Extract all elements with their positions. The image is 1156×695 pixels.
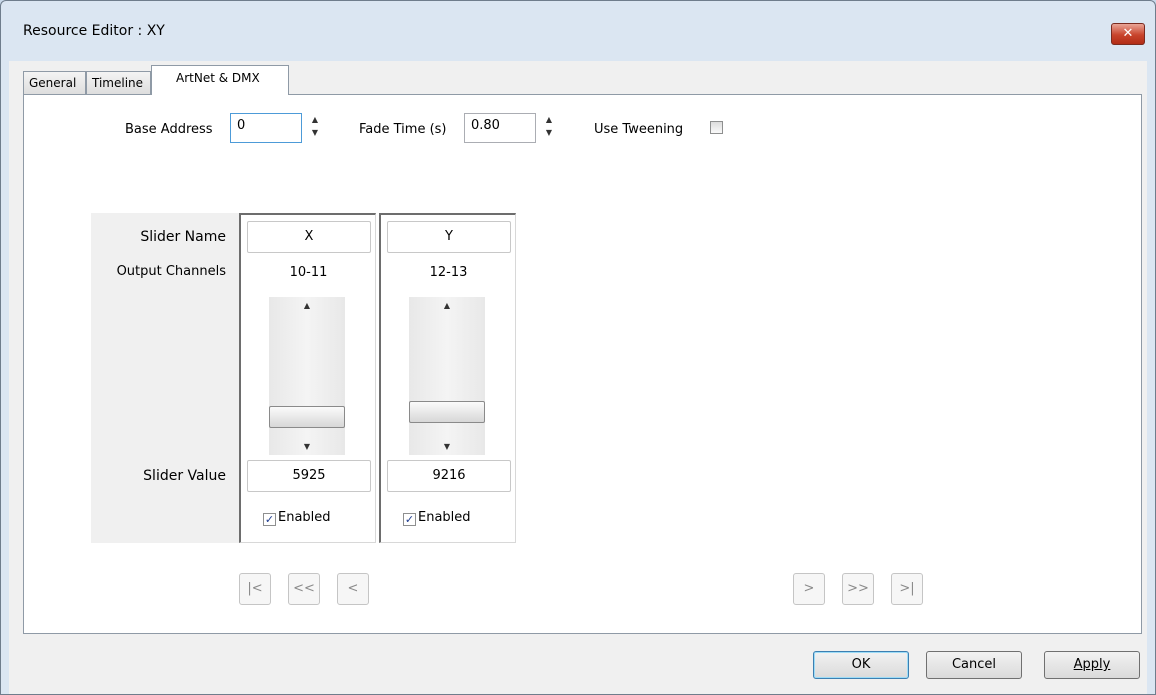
fade-time-spinner[interactable]: ▲ ▼ — [542, 113, 556, 143]
window-title: Resource Editor : XY — [23, 23, 165, 39]
previous-page-button[interactable]: << — [288, 573, 320, 605]
output-channels-value: 10-11 — [289, 265, 328, 280]
slider-up-icon[interactable]: ▲ — [409, 301, 485, 310]
enabled-toggle[interactable]: ✓ Enabled — [263, 510, 331, 526]
slider-track[interactable]: ▲ ▼ — [269, 297, 345, 455]
enabled-checkbox[interactable]: ✓ — [403, 513, 416, 526]
title-bar[interactable]: Resource Editor : XY ✕ — [1, 1, 1155, 61]
slider-thumb[interactable] — [409, 401, 485, 424]
next-button[interactable]: > — [793, 573, 825, 605]
use-tweening-checkbox[interactable] — [710, 121, 723, 134]
resource-editor-window: Resource Editor : XY ✕ General Timeline … — [0, 0, 1156, 695]
output-channels-value: 12-13 — [429, 265, 468, 280]
slider-name-field[interactable]: X — [247, 221, 371, 253]
spin-up-icon[interactable]: ▲ — [312, 115, 318, 124]
slider-name-label: Slider Name — [140, 229, 226, 245]
slider-value-label: Slider Value — [143, 468, 226, 484]
spin-down-icon[interactable]: ▼ — [546, 128, 552, 137]
base-address-spinner[interactable]: ▲ ▼ — [308, 113, 322, 143]
slider-down-icon[interactable]: ▼ — [409, 442, 485, 451]
ok-button[interactable]: OK — [813, 651, 909, 679]
close-icon: ✕ — [1122, 26, 1134, 41]
previous-button[interactable]: < — [337, 573, 369, 605]
slider-up-icon[interactable]: ▲ — [269, 301, 345, 310]
slider-down-icon[interactable]: ▼ — [269, 442, 345, 451]
base-address-input[interactable]: 0 — [230, 113, 302, 143]
tab-general[interactable]: General — [23, 71, 86, 94]
enabled-label: Enabled — [418, 510, 471, 525]
slider-value-field[interactable]: 9216 — [387, 460, 511, 492]
output-channels-label: Output Channels — [116, 264, 226, 279]
spin-down-icon[interactable]: ▼ — [312, 128, 318, 137]
slider-thumb[interactable] — [269, 406, 345, 429]
apply-button[interactable]: Apply — [1044, 651, 1140, 679]
slider-track[interactable]: ▲ ▼ — [409, 297, 485, 455]
slider-value-field[interactable]: 5925 — [247, 460, 371, 492]
use-tweening-label: Use Tweening — [594, 122, 684, 137]
enabled-checkbox[interactable]: ✓ — [263, 513, 276, 526]
first-page-button[interactable]: |< — [239, 573, 271, 605]
enabled-toggle[interactable]: ✓ Enabled — [403, 510, 471, 526]
enabled-label: Enabled — [278, 510, 331, 525]
slider-column-y: Y 12-13 ▲ ▼ 9216 ✓ Enabled — [379, 213, 516, 543]
spin-up-icon[interactable]: ▲ — [546, 115, 552, 124]
last-page-button[interactable]: >| — [891, 573, 923, 605]
slider-column-x: X 10-11 ▲ ▼ 5925 ✓ Enabled — [239, 213, 376, 543]
tab-artnet-dmx[interactable]: ArtNet & DMX — [151, 65, 289, 95]
base-address-label: Base Address — [125, 122, 213, 137]
slider-name-field[interactable]: Y — [387, 221, 511, 253]
slider-row-labels: Slider Name Output Channels Slider Value — [91, 213, 239, 543]
tab-timeline[interactable]: Timeline — [86, 71, 151, 94]
cancel-button[interactable]: Cancel — [926, 651, 1022, 679]
fade-time-label: Fade Time (s) — [359, 122, 447, 137]
fade-time-input[interactable]: 0.80 — [464, 113, 536, 143]
close-button[interactable]: ✕ — [1111, 23, 1145, 45]
next-page-button[interactable]: >> — [842, 573, 874, 605]
